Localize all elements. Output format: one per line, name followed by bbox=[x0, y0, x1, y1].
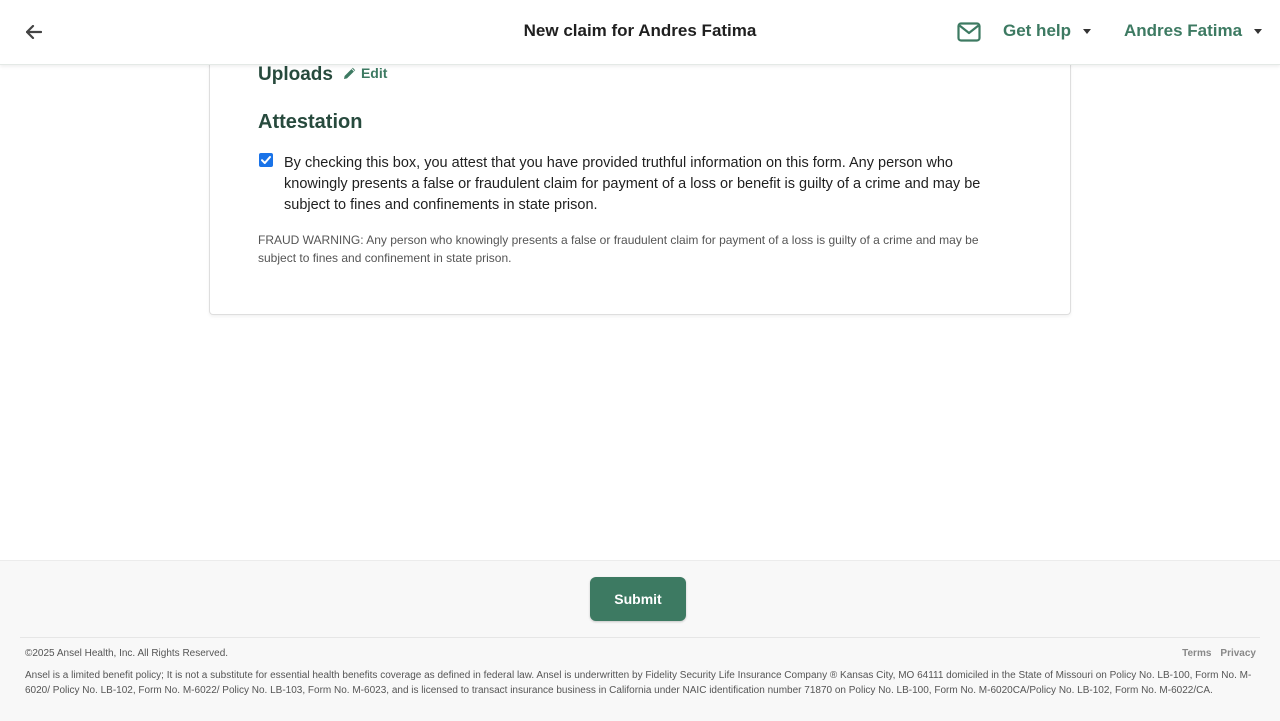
review-card: Uploads Edit Attestation By checking thi… bbox=[209, 40, 1071, 315]
get-help-label: Get help bbox=[1003, 21, 1072, 40]
user-name: Andres Fatima bbox=[1124, 21, 1243, 40]
top-bar: New claim for Andres Fatima Get help And… bbox=[0, 0, 1280, 65]
copyright: ©2025 Ansel Health, Inc. All Rights Rese… bbox=[25, 648, 229, 659]
footer-divider bbox=[20, 637, 1260, 638]
fraud-warning: FRAUD WARNING: Any person who knowingly … bbox=[258, 233, 979, 265]
attestation-heading: Attestation bbox=[258, 111, 363, 133]
edit-label: Edit bbox=[360, 65, 388, 81]
user-menu[interactable]: Andres Fatima bbox=[1124, 21, 1263, 41]
uploads-section: Uploads Edit bbox=[258, 64, 387, 86]
privacy-link[interactable]: Privacy bbox=[1220, 648, 1256, 659]
caret-down-icon bbox=[1083, 28, 1092, 34]
attestation-text: By checking this box, you attest that yo… bbox=[284, 155, 981, 213]
footer: Submit ©2025 Ansel Health, Inc. All Righ… bbox=[0, 560, 1280, 721]
pencil-icon bbox=[343, 67, 356, 79]
checkmark-icon bbox=[261, 156, 271, 164]
envelope-icon[interactable] bbox=[957, 21, 981, 43]
uploads-heading: Uploads bbox=[258, 64, 333, 85]
terms-link[interactable]: Terms bbox=[1182, 648, 1211, 659]
edit-uploads-link[interactable]: Edit bbox=[343, 65, 387, 81]
legal-disclaimer: Ansel is a limited benefit policy; It is… bbox=[25, 670, 1252, 696]
attestation-checkbox[interactable] bbox=[259, 153, 273, 167]
submit-button[interactable]: Submit bbox=[590, 577, 686, 621]
caret-down-icon bbox=[1254, 28, 1263, 34]
footer-links: Terms Privacy bbox=[1182, 648, 1256, 659]
get-help-menu[interactable]: Get help bbox=[1003, 21, 1092, 41]
